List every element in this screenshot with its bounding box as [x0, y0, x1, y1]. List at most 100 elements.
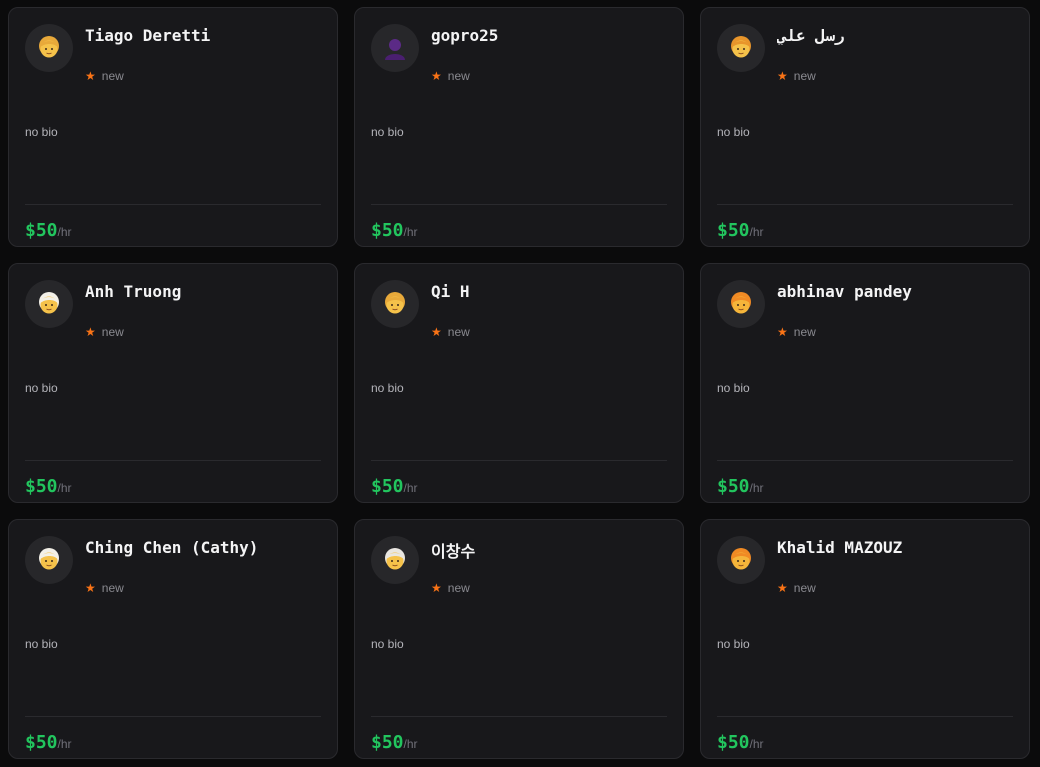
star-icon: ★	[777, 69, 788, 83]
rating-badge: ★ new	[777, 325, 816, 339]
freelancer-name: Qi H	[431, 282, 470, 301]
bio-text: no bio	[25, 637, 58, 651]
freelancer-card[interactable]: abhinav pandey ★ new no bio $50/hr	[700, 263, 1030, 503]
person-white-hair-icon	[385, 548, 405, 570]
freelancer-grid: Tiago Deretti ★ new no bio $50/hr gopro25…	[8, 7, 1030, 759]
divider	[371, 716, 667, 717]
freelancer-card[interactable]: Tiago Deretti ★ new no bio $50/hr	[8, 7, 338, 247]
rate-unit: /hr	[403, 225, 418, 239]
hourly-rate: $50/hr	[25, 476, 72, 497]
avatar	[717, 536, 765, 584]
rating-label: new	[101, 581, 124, 595]
hourly-rate: $50/hr	[25, 732, 72, 753]
freelancer-name: abhinav pandey	[777, 282, 912, 301]
divider	[717, 716, 1013, 717]
freelancer-name: Ching Chen (Cathy)	[85, 538, 259, 557]
rating-badge: ★ new	[431, 69, 470, 83]
freelancer-card[interactable]: Ching Chen (Cathy) ★ new no bio $50/hr	[8, 519, 338, 759]
hourly-rate: $50/hr	[717, 220, 764, 241]
rate-unit: /hr	[57, 737, 72, 751]
bio-text: no bio	[371, 637, 404, 651]
hourly-rate: $50/hr	[25, 220, 72, 241]
star-icon: ★	[431, 69, 442, 83]
avatar	[717, 24, 765, 72]
freelancer-card[interactable]: 이창수 ★ new no bio $50/hr	[354, 519, 684, 759]
bio-text: no bio	[717, 381, 750, 395]
rate-amount: $50	[717, 732, 750, 753]
bio-text: no bio	[371, 125, 404, 139]
avatar	[371, 536, 419, 584]
rate-unit: /hr	[749, 225, 764, 239]
freelancer-card[interactable]: gopro25 ★ new no bio $50/hr	[354, 7, 684, 247]
rating-label: new	[793, 325, 816, 339]
freelancer-name: Anh Truong	[85, 282, 182, 301]
rating-badge: ★ new	[777, 69, 816, 83]
rating-badge: ★ new	[85, 69, 124, 83]
freelancer-name: Tiago Deretti	[85, 26, 211, 45]
rate-amount: $50	[25, 220, 58, 241]
hourly-rate: $50/hr	[371, 476, 418, 497]
avatar	[717, 280, 765, 328]
rate-unit: /hr	[57, 225, 72, 239]
avatar	[371, 24, 419, 72]
rate-amount: $50	[717, 220, 750, 241]
person-orange-hair-icon	[731, 548, 751, 570]
freelancer-name: رسل علي	[777, 26, 845, 45]
hourly-rate: $50/hr	[717, 476, 764, 497]
rate-amount: $50	[371, 220, 404, 241]
bio-text: no bio	[25, 381, 58, 395]
rating-label: new	[447, 69, 470, 83]
person-silhouette-icon	[385, 39, 405, 60]
rate-unit: /hr	[749, 481, 764, 495]
person-blond-icon	[385, 292, 405, 314]
person-curly-hair-icon	[731, 36, 751, 58]
rate-unit: /hr	[749, 737, 764, 751]
divider	[717, 204, 1013, 205]
freelancer-card[interactable]: Anh Truong ★ new no bio $50/hr	[8, 263, 338, 503]
rating-badge: ★ new	[431, 581, 470, 595]
rate-unit: /hr	[57, 481, 72, 495]
rating-badge: ★ new	[85, 325, 124, 339]
freelancer-name: gopro25	[431, 26, 499, 45]
star-icon: ★	[777, 581, 788, 595]
rating-badge: ★ new	[85, 581, 124, 595]
person-blond-icon	[39, 36, 59, 58]
rate-amount: $50	[25, 732, 58, 753]
rate-amount: $50	[717, 476, 750, 497]
rate-amount: $50	[371, 732, 404, 753]
star-icon: ★	[777, 325, 788, 339]
person-white-hair-icon	[39, 292, 59, 314]
rating-label: new	[447, 581, 470, 595]
hourly-rate: $50/hr	[371, 732, 418, 753]
rate-amount: $50	[371, 476, 404, 497]
hourly-rate: $50/hr	[717, 732, 764, 753]
person-orange-hair-icon	[731, 292, 751, 314]
freelancer-name: Khalid MAZOUZ	[777, 538, 903, 557]
bio-text: no bio	[717, 125, 750, 139]
freelancer-card[interactable]: رسل علي ★ new no bio $50/hr	[700, 7, 1030, 247]
rating-badge: ★ new	[431, 325, 470, 339]
rating-label: new	[447, 325, 470, 339]
star-icon: ★	[431, 581, 442, 595]
rate-amount: $50	[25, 476, 58, 497]
rating-label: new	[101, 325, 124, 339]
freelancer-card[interactable]: Khalid MAZOUZ ★ new no bio $50/hr	[700, 519, 1030, 759]
bio-text: no bio	[371, 381, 404, 395]
person-white-hair-icon	[39, 548, 59, 570]
freelancer-name: 이창수	[431, 542, 476, 561]
star-icon: ★	[85, 581, 96, 595]
star-icon: ★	[431, 325, 442, 339]
rating-label: new	[101, 69, 124, 83]
divider	[371, 460, 667, 461]
divider	[25, 716, 321, 717]
rating-label: new	[793, 69, 816, 83]
rate-unit: /hr	[403, 737, 418, 751]
star-icon: ★	[85, 325, 96, 339]
bio-text: no bio	[717, 637, 750, 651]
divider	[25, 460, 321, 461]
freelancer-card[interactable]: Qi H ★ new no bio $50/hr	[354, 263, 684, 503]
rating-label: new	[793, 581, 816, 595]
avatar	[25, 24, 73, 72]
avatar	[25, 280, 73, 328]
rating-badge: ★ new	[777, 581, 816, 595]
